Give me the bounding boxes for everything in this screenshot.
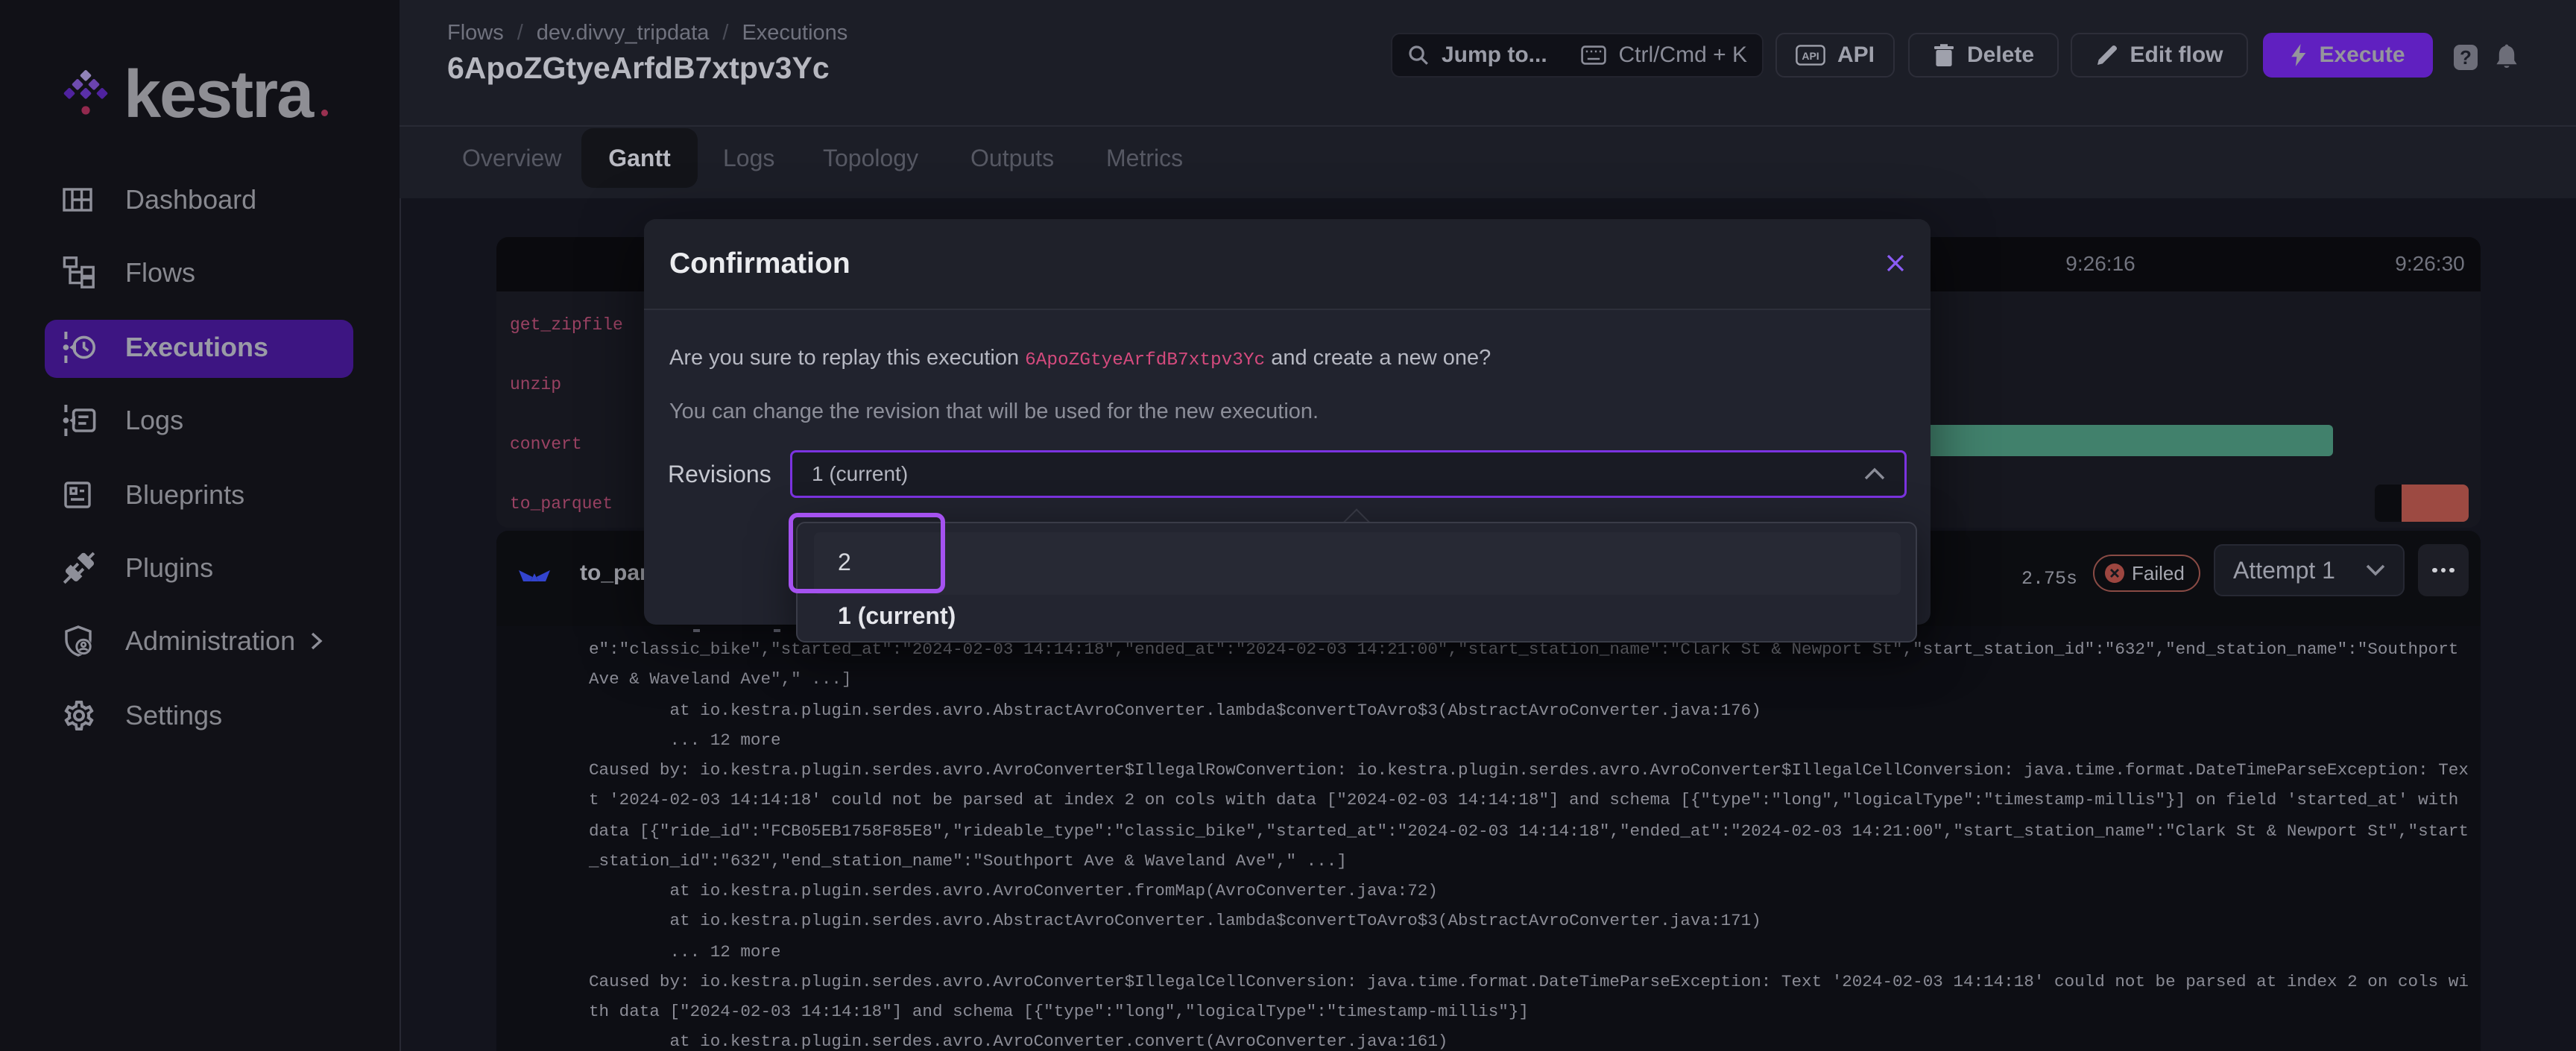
svg-text:API: API [1802, 50, 1819, 62]
